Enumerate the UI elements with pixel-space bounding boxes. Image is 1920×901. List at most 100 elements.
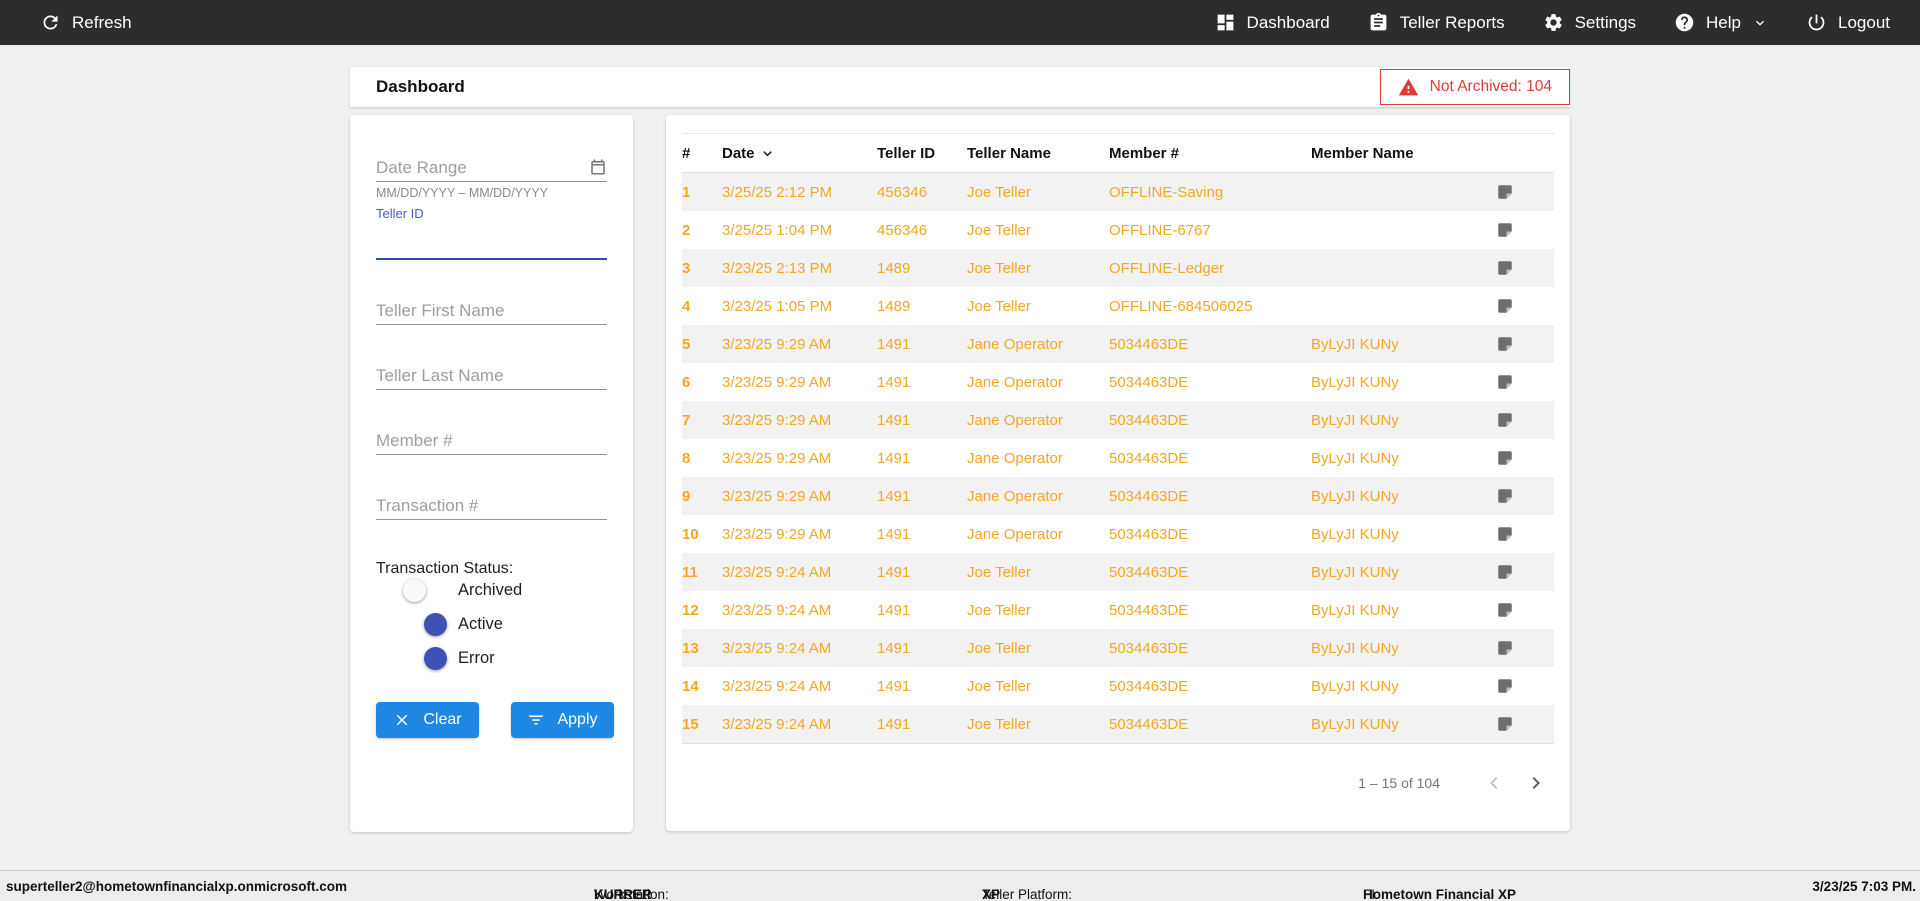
teller-last-name-field <box>376 363 607 390</box>
table-row[interactable]: 12 3/23/25 9:24 AM 1491 Joe Teller 50344… <box>682 591 1554 629</box>
table-row[interactable]: 5 3/23/25 9:29 AM 1491 Jane Operator 503… <box>682 325 1554 363</box>
table-row[interactable]: 15 3/23/25 9:24 AM 1491 Joe Teller 50344… <box>682 705 1554 743</box>
clear-button[interactable]: Clear <box>376 702 479 738</box>
dashboard-grid-icon <box>1215 12 1236 33</box>
table-row[interactable]: 11 3/23/25 9:24 AM 1491 Joe Teller 50344… <box>682 553 1554 591</box>
toggle-archived[interactable]: Archived <box>403 578 607 602</box>
cell-date: 3/25/25 2:12 PM <box>722 183 833 201</box>
note-icon[interactable] <box>1494 639 1554 657</box>
teller-id-label: Teller ID <box>376 206 424 221</box>
main-content: Dashboard Not Archived: 104 MM/DD/YYYY –… <box>350 67 1570 832</box>
cell-teller-id: 1491 <box>877 677 911 695</box>
cell-row-number: 15 <box>682 715 699 733</box>
column-header-num[interactable]: # <box>682 145 722 162</box>
note-icon[interactable] <box>1494 487 1554 505</box>
table-row[interactable]: 3 3/23/25 2:13 PM 1489 Joe Teller OFFLIN… <box>682 249 1554 287</box>
note-icon[interactable] <box>1494 297 1554 315</box>
next-page-button[interactable] <box>1524 771 1548 795</box>
cell-teller-name: Joe Teller <box>967 183 1031 201</box>
refresh-button[interactable]: Refresh <box>40 12 132 33</box>
cell-teller-name: Jane Operator <box>967 449 1063 467</box>
note-icon[interactable] <box>1494 183 1554 201</box>
table-row[interactable]: 14 3/23/25 9:24 AM 1491 Joe Teller 50344… <box>682 667 1554 705</box>
table-row[interactable]: 8 3/23/25 9:29 AM 1491 Jane Operator 503… <box>682 439 1554 477</box>
teller-last-name-input[interactable] <box>376 363 607 390</box>
cell-date: 3/23/25 9:29 AM <box>722 449 832 467</box>
previous-page-button[interactable] <box>1482 771 1506 795</box>
note-icon[interactable] <box>1494 563 1554 581</box>
nav-item-teller-reports[interactable]: Teller Reports <box>1368 12 1505 33</box>
table-row[interactable]: 7 3/23/25 9:29 AM 1491 Jane Operator 503… <box>682 401 1554 439</box>
cell-teller-name: Joe Teller <box>967 297 1031 315</box>
cell-member-name: ByLyJI KUNy <box>1311 411 1399 429</box>
column-header-member-name[interactable]: Member Name <box>1311 145 1494 162</box>
member-number-field <box>376 428 607 455</box>
cell-teller-id: 1489 <box>877 297 911 315</box>
not-archived-label: Not Archived: 104 <box>1429 78 1552 95</box>
not-archived-badge[interactable]: Not Archived: 104 <box>1379 69 1570 105</box>
apply-button-label: Apply <box>557 711 598 728</box>
toggle-active[interactable]: Active <box>406 612 607 636</box>
cell-member-number: 5034463DE <box>1109 639 1189 657</box>
cell-teller-name: Jane Operator <box>967 525 1063 543</box>
toggle-error[interactable]: Error <box>406 646 607 670</box>
nav-item-dashboard[interactable]: Dashboard <box>1215 12 1330 33</box>
column-header-teller-name[interactable]: Teller Name <box>967 145 1109 162</box>
cell-date: 3/23/25 9:24 AM <box>722 677 832 695</box>
cell-member-number: 5034463DE <box>1109 525 1189 543</box>
note-icon[interactable] <box>1494 335 1554 353</box>
cell-teller-id: 1491 <box>877 335 911 353</box>
cell-date: 3/23/25 9:29 AM <box>722 335 832 353</box>
note-icon[interactable] <box>1494 221 1554 239</box>
cell-teller-name: Joe Teller <box>967 601 1031 619</box>
nav-item-help[interactable]: Help <box>1674 12 1768 33</box>
transactions-table-card: # Date Teller ID Teller Name Member # Me… <box>666 115 1570 831</box>
cell-date: 3/23/25 9:24 AM <box>722 639 832 657</box>
column-header-teller-id[interactable]: Teller ID <box>877 145 967 162</box>
transaction-number-input[interactable] <box>376 493 607 520</box>
cell-teller-id: 1491 <box>877 639 911 657</box>
cell-date: 3/23/25 9:29 AM <box>722 373 832 391</box>
note-icon[interactable] <box>1494 411 1554 429</box>
cell-member-number: 5034463DE <box>1109 563 1189 581</box>
cell-date: 3/23/25 1:05 PM <box>722 297 833 315</box>
table-row[interactable]: 1 3/25/25 2:12 PM 456346 Joe Teller OFFL… <box>682 173 1554 211</box>
nav-item-settings[interactable]: Settings <box>1543 12 1636 33</box>
column-header-date-label: Date <box>722 144 755 162</box>
note-icon[interactable] <box>1494 259 1554 277</box>
date-range-input[interactable] <box>376 155 607 182</box>
pagination: 1 – 15 of 104 <box>1358 771 1554 795</box>
note-icon[interactable] <box>1494 525 1554 543</box>
table-row[interactable]: 6 3/23/25 9:29 AM 1491 Jane Operator 503… <box>682 363 1554 401</box>
refresh-icon <box>40 12 61 33</box>
note-icon[interactable] <box>1494 677 1554 695</box>
table-row[interactable]: 10 3/23/25 9:29 AM 1491 Jane Operator 50… <box>682 515 1554 553</box>
table-row[interactable]: 2 3/25/25 1:04 PM 456346 Joe Teller OFFL… <box>682 211 1554 249</box>
cell-row-number: 8 <box>682 449 691 467</box>
teller-id-input[interactable] <box>376 258 607 260</box>
cell-teller-id: 456346 <box>877 221 928 239</box>
member-number-input[interactable] <box>376 428 607 455</box>
cell-teller-id: 1491 <box>877 487 911 505</box>
page-header: Dashboard Not Archived: 104 <box>350 67 1570 107</box>
table-row[interactable]: 13 3/23/25 9:24 AM 1491 Joe Teller 50344… <box>682 629 1554 667</box>
fi-value: Hometown Financial XP <box>1363 887 1517 901</box>
nav-item-label: Teller Reports <box>1399 12 1505 32</box>
calendar-icon[interactable] <box>589 158 607 176</box>
nav-item-logout[interactable]: Logout <box>1806 12 1890 33</box>
apply-button[interactable]: Apply <box>511 702 614 738</box>
teller-first-name-input[interactable] <box>376 298 607 325</box>
cell-member-name: ByLyJI KUNy <box>1311 373 1399 391</box>
note-icon[interactable] <box>1494 715 1554 733</box>
note-icon[interactable] <box>1494 373 1554 391</box>
table-row[interactable]: 9 3/23/25 9:29 AM 1491 Jane Operator 503… <box>682 477 1554 515</box>
cell-member-number: 5034463DE <box>1109 601 1189 619</box>
table-row[interactable]: 4 3/23/25 1:05 PM 1489 Joe Teller OFFLIN… <box>682 287 1554 325</box>
column-header-member-num[interactable]: Member # <box>1109 145 1311 162</box>
note-icon[interactable] <box>1494 449 1554 467</box>
toggle-active-label: Active <box>458 614 503 633</box>
page-title: Dashboard <box>376 77 465 96</box>
clear-button-label: Clear <box>423 711 462 728</box>
column-header-date[interactable]: Date <box>722 145 877 162</box>
note-icon[interactable] <box>1494 601 1554 619</box>
